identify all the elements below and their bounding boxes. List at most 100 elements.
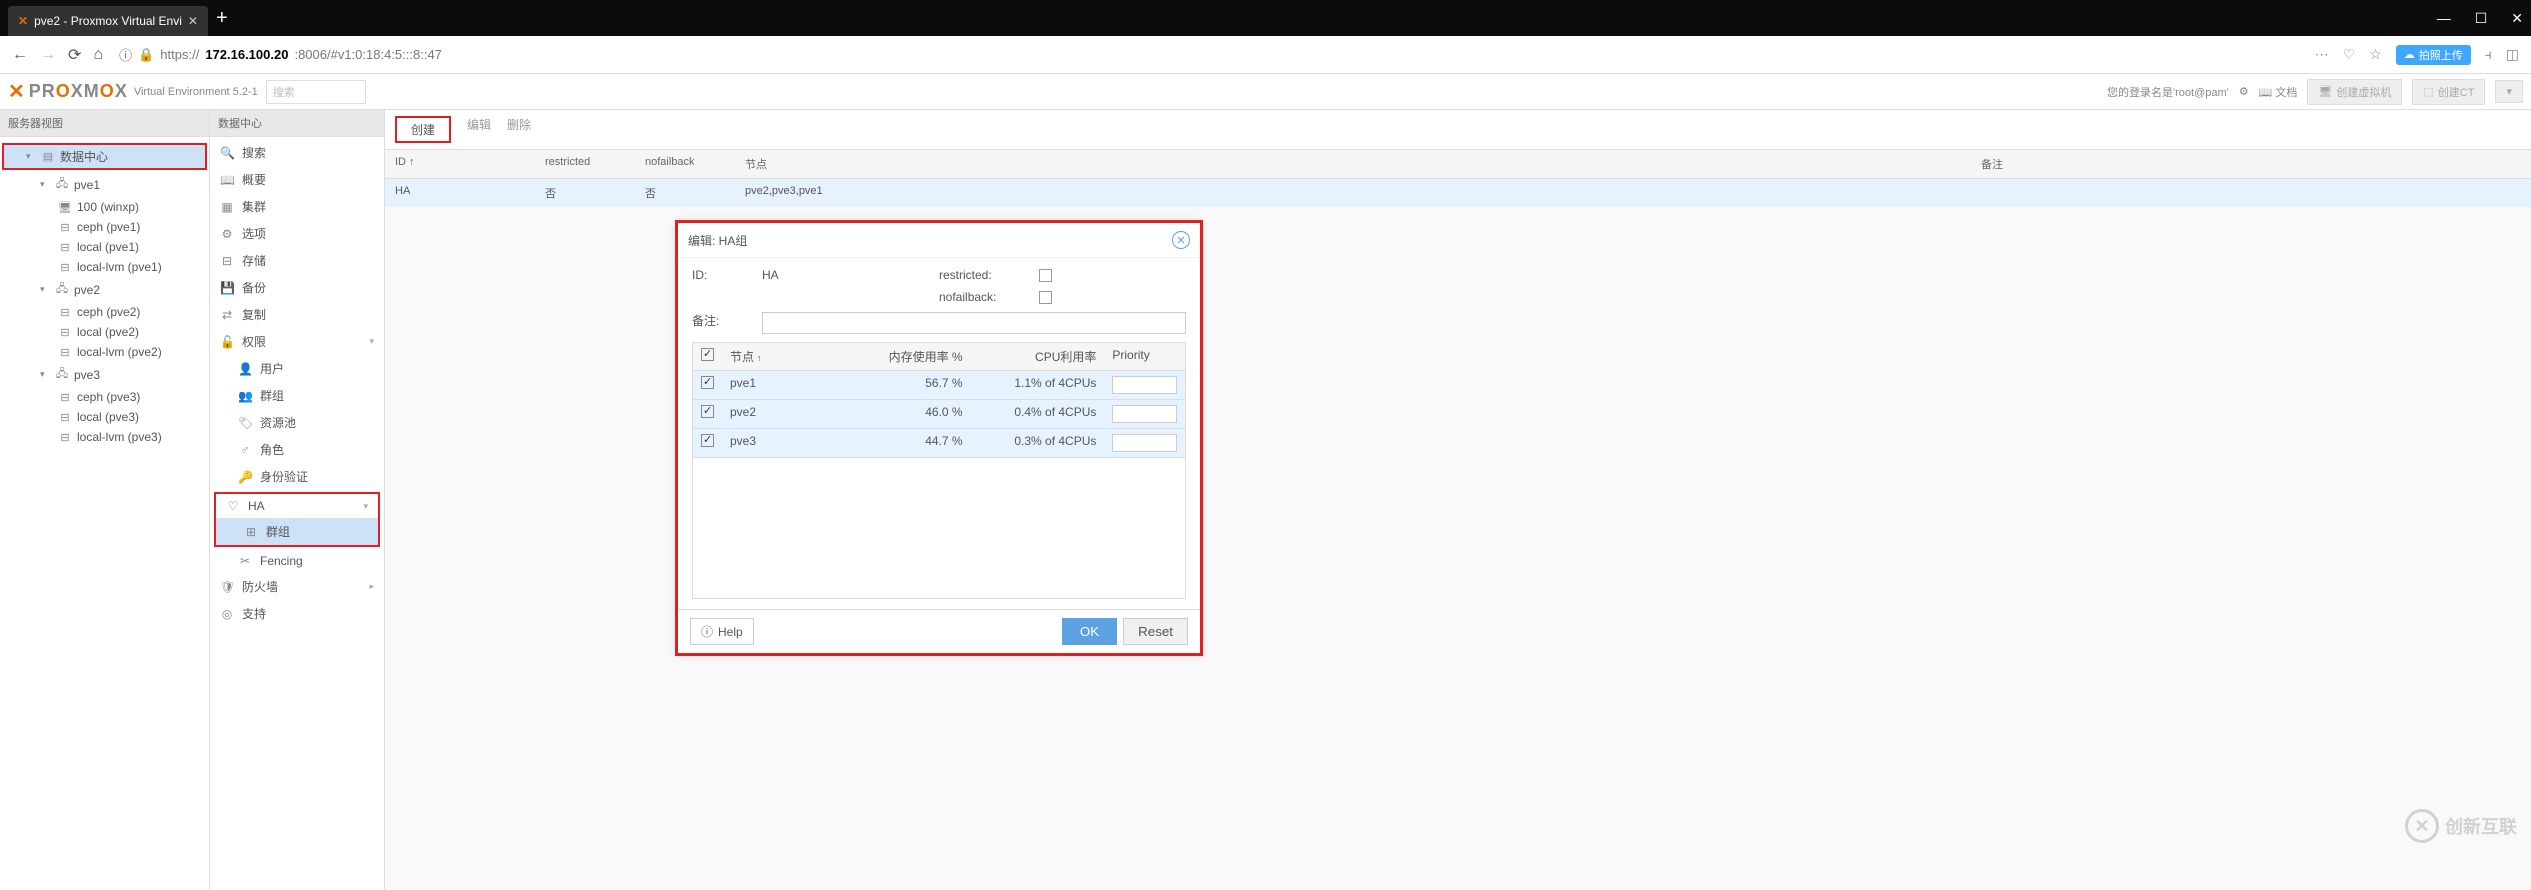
- dots-icon[interactable]: ⋯: [2315, 46, 2329, 63]
- minimize-icon[interactable]: —: [2437, 10, 2451, 27]
- create-vm-button[interactable]: 🖥创建虚拟机: [2307, 79, 2402, 105]
- nav-roles[interactable]: ♂角色: [210, 436, 384, 463]
- nav-firewall[interactable]: 🛡防火墙▸: [210, 573, 384, 600]
- nav-search[interactable]: 🔍搜索: [210, 139, 384, 166]
- priority-input[interactable]: [1112, 376, 1177, 394]
- new-tab-button[interactable]: +: [216, 7, 228, 30]
- priority-input[interactable]: [1112, 405, 1177, 423]
- back-icon[interactable]: ←: [12, 46, 28, 64]
- priority-input[interactable]: [1112, 434, 1177, 452]
- home-icon[interactable]: ⌂: [93, 46, 103, 64]
- reload-icon[interactable]: ⟳: [68, 45, 81, 65]
- chevron-down-icon[interactable]: ▾: [369, 336, 374, 347]
- docs-button[interactable]: 📖 文档: [2259, 84, 2298, 100]
- tree-storage[interactable]: ⊟ceph (pve2): [0, 302, 209, 322]
- tree-node-pve1[interactable]: ▾🖧pve1: [0, 172, 209, 197]
- create-button[interactable]: 创建: [395, 116, 451, 143]
- chevron-right-icon[interactable]: ▸: [369, 581, 374, 592]
- nodes-grid: 节点↑ 内存使用率 % CPU利用率 Priority pve1 56.7 % …: [692, 342, 1186, 599]
- delete-button[interactable]: 删除: [507, 116, 531, 143]
- col-restricted[interactable]: restricted: [535, 150, 635, 178]
- close-icon[interactable]: ✕: [1172, 231, 1190, 249]
- tree-datacenter[interactable]: ▾ ▤ 数据中心: [4, 145, 205, 168]
- edit-button[interactable]: 编辑: [467, 116, 491, 143]
- reset-button[interactable]: Reset: [1123, 618, 1188, 645]
- grid-row[interactable]: pve3 44.7 % 0.3% of 4CPUs: [693, 429, 1185, 458]
- row-checkbox[interactable]: [701, 405, 714, 418]
- restricted-checkbox[interactable]: [1039, 269, 1052, 282]
- role-icon: ♂: [238, 443, 252, 457]
- collapse-icon[interactable]: ▾: [40, 284, 50, 295]
- col-priority[interactable]: Priority: [1104, 343, 1185, 370]
- collapse-icon[interactable]: ▾: [40, 369, 50, 380]
- nav-auth[interactable]: 🔑身份验证: [210, 463, 384, 490]
- ok-button[interactable]: OK: [1062, 618, 1117, 645]
- nav-users[interactable]: 👤用户: [210, 355, 384, 382]
- nav-ha-groups[interactable]: ⊞群组: [216, 518, 378, 545]
- collapse-icon[interactable]: ▾: [26, 151, 36, 162]
- tree-storage[interactable]: ⊟ceph (pve3): [0, 387, 209, 407]
- tree-storage[interactable]: ⊟local-lvm (pve1): [0, 257, 209, 277]
- nav-replication[interactable]: ⇄复制: [210, 301, 384, 328]
- grid-row[interactable]: pve1 56.7 % 1.1% of 4CPUs: [693, 371, 1185, 400]
- col-id[interactable]: ID ↑: [385, 150, 535, 178]
- nav-options[interactable]: ⚙选项: [210, 220, 384, 247]
- header-search[interactable]: 搜索: [266, 80, 366, 104]
- tree-node-pve3[interactable]: ▾🖧pve3: [0, 362, 209, 387]
- sidebar-icon[interactable]: ◫: [2506, 46, 2519, 63]
- row-checkbox[interactable]: [701, 376, 714, 389]
- nav-groups[interactable]: 👥群组: [210, 382, 384, 409]
- col-comment[interactable]: 备注: [1971, 150, 2531, 178]
- user-menu-button[interactable]: ▾: [2495, 80, 2523, 103]
- browser-tab[interactable]: ✕ pve2 - Proxmox Virtual Envi ✕: [8, 6, 208, 36]
- tree-storage[interactable]: ⊟local (pve3): [0, 407, 209, 427]
- maximize-icon[interactable]: ☐: [2475, 10, 2488, 27]
- col-nofailback[interactable]: nofailback: [635, 150, 735, 178]
- comment-input[interactable]: [762, 312, 1186, 334]
- chevron-down-icon[interactable]: ▾: [363, 501, 368, 512]
- tree-node-pve2[interactable]: ▾🖧pve2: [0, 277, 209, 302]
- library-icon[interactable]: ⫞: [2485, 46, 2492, 63]
- row-checkbox[interactable]: [701, 434, 714, 447]
- tree-storage[interactable]: ⊟local-lvm (pve3): [0, 427, 209, 447]
- nav-summary[interactable]: 📖概要: [210, 166, 384, 193]
- nav-pools[interactable]: 🏷资源池: [210, 409, 384, 436]
- grid-row[interactable]: pve2 46.0 % 0.4% of 4CPUs: [693, 400, 1185, 429]
- nav-cluster[interactable]: ▦集群: [210, 193, 384, 220]
- table-row[interactable]: HA 否 否 pve2,pve3,pve1: [385, 179, 2531, 207]
- tree-storage[interactable]: ⊟local-lvm (pve2): [0, 342, 209, 362]
- extension-badge[interactable]: ☁拍照上传: [2396, 45, 2471, 65]
- collapse-icon[interactable]: ▾: [40, 179, 50, 190]
- url-bar: ← → ⟳ ⌂ ⓘ 🔒 https://172.16.100.20:8006/#…: [0, 36, 2531, 74]
- tree-vm[interactable]: 🖥100 (winxp): [0, 197, 209, 217]
- dialog-titlebar[interactable]: 编辑: HA组 ✕: [678, 223, 1200, 258]
- nav-backup[interactable]: 💾备份: [210, 274, 384, 301]
- tree-storage[interactable]: ⊟ceph (pve1): [0, 217, 209, 237]
- nav-ha[interactable]: ♡HA▾: [216, 494, 378, 518]
- forward-icon[interactable]: →: [40, 46, 56, 64]
- nav-support[interactable]: ◎支持: [210, 600, 384, 627]
- gear-icon[interactable]: ⚙: [2239, 85, 2249, 98]
- nav-permissions[interactable]: 🔓权限▾: [210, 328, 384, 355]
- info-icon[interactable]: ⓘ: [119, 45, 132, 64]
- col-cpu[interactable]: CPU利用率: [971, 343, 1105, 370]
- monitor-icon: 🖥: [58, 201, 72, 214]
- create-ct-button[interactable]: ⬚创建CT: [2412, 79, 2485, 105]
- nofailback-checkbox[interactable]: [1039, 291, 1052, 304]
- select-all-checkbox[interactable]: [701, 348, 714, 361]
- bookmark-icon[interactable]: ☆: [2369, 46, 2382, 63]
- close-icon[interactable]: ✕: [188, 14, 198, 28]
- col-nodes[interactable]: 节点: [735, 150, 1971, 178]
- col-node[interactable]: 节点↑: [722, 343, 846, 370]
- tree-storage[interactable]: ⊟local (pve1): [0, 237, 209, 257]
- nav-fencing[interactable]: ✂Fencing: [210, 549, 384, 573]
- window-close-icon[interactable]: ✕: [2511, 10, 2523, 27]
- help-button[interactable]: ⓘHelp: [690, 618, 754, 645]
- group-icon: ⊞: [244, 525, 258, 539]
- shield-icon[interactable]: ♡: [2343, 46, 2356, 63]
- tree-storage[interactable]: ⊟local (pve2): [0, 322, 209, 342]
- proxmox-logo[interactable]: ✕ PROXMOX: [8, 79, 128, 104]
- col-mem[interactable]: 内存使用率 %: [846, 343, 970, 370]
- url-input[interactable]: ⓘ 🔒 https://172.16.100.20:8006/#v1:0:18:…: [115, 41, 2303, 68]
- nav-storage[interactable]: ⊟存储: [210, 247, 384, 274]
